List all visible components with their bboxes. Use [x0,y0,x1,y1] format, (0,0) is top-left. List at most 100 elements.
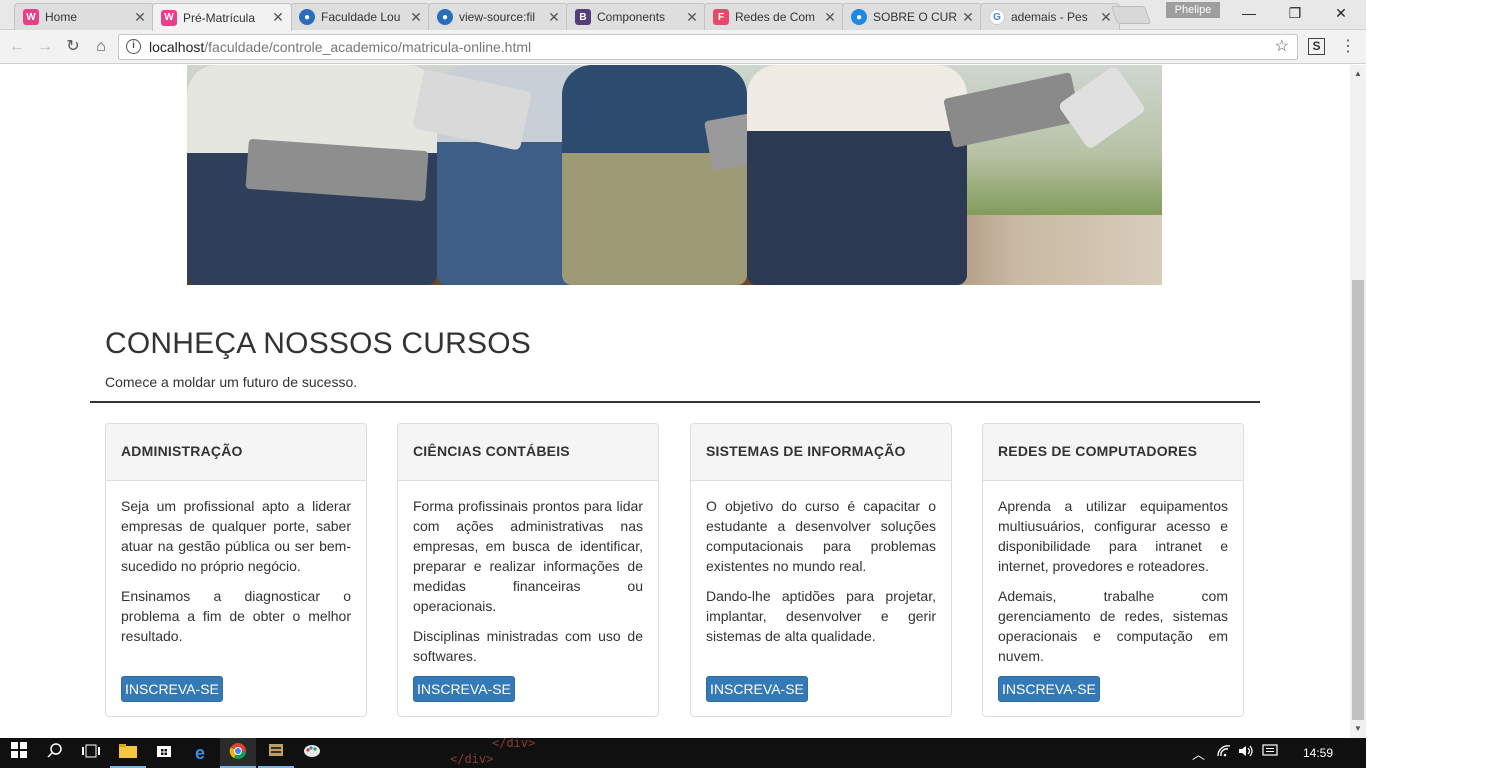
taskbar-clock[interactable]: 14:59 [1300,738,1336,768]
home-icon[interactable]: ⌂ [90,36,112,58]
scrollbar-thumb[interactable] [1352,280,1364,720]
course-card-redes-de-computadores: REDES DE COMPUTADORES Aprenda a utilizar… [982,423,1244,717]
tab-ademais[interactable]: G ademais - Pes ✕ [980,3,1120,30]
chevron-up-icon[interactable]: ︿ [1192,744,1205,763]
notifications-icon[interactable] [1262,744,1278,761]
scroll-up-icon[interactable]: ▲ [1350,67,1366,81]
enroll-button[interactable]: INSCREVA-SE [998,676,1100,702]
course-card-administracao: ADMINISTRAÇÃO Seja um profissional apto … [105,423,367,717]
favicon-icon: F [713,9,729,25]
tab-close-icon[interactable]: ✕ [133,9,147,26]
wifi-icon[interactable] [1216,744,1232,761]
course-title: REDES DE COMPUTADORES [983,424,1243,481]
browser-tab-strip: W Home ✕ W Pré-Matrícula ✕ ● Faculdade L… [0,0,1366,31]
favicon-icon: ● [437,9,453,25]
bootstrap-icon: B [575,9,591,25]
store-icon[interactable] [153,742,175,764]
tab-faculdade[interactable]: ● Faculdade Lou ✕ [290,3,430,30]
new-tab-button[interactable] [1110,6,1152,24]
favicon-icon: W [23,9,39,25]
forward-icon[interactable]: → [34,36,56,58]
scroll-down-icon[interactable]: ▼ [1350,722,1366,736]
course-card-ciencias-contabeis: CIÊNCIAS CONTÁBEIS Forma profissinais pr… [397,423,659,717]
course-paragraph: O objetivo do curso é capacitar o estuda… [706,498,936,574]
back-icon[interactable]: ← [6,36,28,58]
tab-title: Home [45,10,78,24]
tab-close-icon[interactable]: ✕ [823,9,837,26]
address-bar[interactable]: i localhost/faculdade/controle_academico… [118,34,1298,60]
course-description: O objetivo do curso é capacitar o estuda… [691,481,951,646]
minimize-button[interactable]: — [1226,0,1272,28]
course-description: Seja um profissional apto a liderar empr… [106,481,366,646]
course-paragraph: Disciplinas ministradas com uso de softw… [413,628,643,664]
course-title: SISTEMAS DE INFORMAÇÃO [691,424,951,481]
edge-icon[interactable]: e [189,742,211,764]
paint-icon[interactable] [301,742,323,764]
desktop-margin [1366,0,1500,738]
file-explorer-icon[interactable] [117,742,139,764]
reload-icon[interactable]: ↻ [62,36,84,58]
tab-sobre-o-curso[interactable]: ● SOBRE O CUR ✕ [842,3,982,30]
course-paragraph: Aprenda a utilizar equipamentos multiusu… [998,498,1228,574]
tab-view-source[interactable]: ● view-source:fil ✕ [428,3,568,30]
tab-title: Faculdade Lou [321,10,401,24]
section-divider [90,401,1260,403]
course-description: Aprenda a utilizar equipamentos multiusu… [983,481,1243,666]
course-paragraph: Dando-lhe aptidões para projetar, implan… [706,588,936,644]
course-title: ADMINISTRAÇÃO [106,424,366,481]
section-title: CONHEÇA NOSSOS CURSOS [105,327,531,360]
enroll-button[interactable]: INSCREVA-SE [413,676,515,702]
restore-button[interactable]: ❐ [1272,0,1318,28]
enroll-button[interactable]: INSCREVA-SE [121,676,223,702]
volume-icon[interactable] [1238,744,1254,761]
search-icon[interactable] [44,742,66,764]
hero-image [187,65,1162,285]
person-graphic [747,65,967,285]
course-card-sistemas-de-informacao: SISTEMAS DE INFORMAÇÃO O objetivo do cur… [690,423,952,717]
task-view-icon[interactable] [80,742,102,764]
browser-toolbar: ← → ↻ ⌂ i localhost/faculdade/controle_a… [0,30,1366,64]
tab-title: view-source:fil [459,10,536,24]
tab-close-icon[interactable]: ✕ [961,9,975,26]
tab-title: ademais - Pes [1011,10,1088,24]
url-path: /faculdade/controle_academico/matricula-… [204,39,532,55]
tab-components[interactable]: B Components ✕ [566,3,706,30]
tab-close-icon[interactable]: ✕ [271,9,285,26]
chrome-icon[interactable] [227,742,249,764]
tab-title: Redes de Com [735,10,816,24]
tab-pre-matricula[interactable]: W Pré-Matrícula ✕ [152,3,292,31]
section-subtitle: Comece a moldar um futuro de sucesso. [105,374,358,390]
tab-close-icon[interactable]: ✕ [409,9,423,26]
favicon-icon: ● [851,9,867,25]
course-description: Forma profissinais prontos para lidar co… [398,481,658,666]
sublime-icon[interactable] [265,742,287,764]
info-icon[interactable]: i [126,39,141,54]
extension-icon[interactable]: S [1308,38,1325,55]
tab-home[interactable]: W Home ✕ [14,3,154,30]
windows-start-icon[interactable] [8,742,30,764]
tab-redes[interactable]: F Redes de Com ✕ [704,3,844,30]
enroll-button[interactable]: INSCREVA-SE [706,676,808,702]
menu-icon[interactable]: ⋮ [1340,36,1356,58]
ghost-code-text: </div> [492,736,536,750]
google-icon: G [989,9,1005,25]
course-paragraph: Ademais, trabalhe com gerenciamento de r… [998,588,1228,664]
course-paragraph: Forma profissinais prontos para lidar co… [413,498,643,614]
course-title: CIÊNCIAS CONTÁBEIS [398,424,658,481]
course-paragraph: Ensinamos a diagnosticar o problema a fi… [121,588,351,644]
tab-close-icon[interactable]: ✕ [685,9,699,26]
tab-close-icon[interactable]: ✕ [547,9,561,26]
profile-badge[interactable]: Phelipe [1166,2,1220,18]
desktop-margin [1366,738,1500,768]
close-window-button[interactable]: ✕ [1318,0,1364,28]
course-paragraph: Seja um profissional apto a liderar empr… [121,498,351,574]
favicon-icon: ● [299,9,315,25]
page-viewport: CONHEÇA NOSSOS CURSOS Comece a moldar um… [0,65,1350,738]
favicon-icon: W [161,9,177,26]
tab-title: Components [597,10,666,24]
person-graphic [562,65,747,285]
windows-taskbar: e </div> </div> ︿ 14:59 [0,736,1366,768]
page-scrollbar[interactable]: ▲ ▼ [1350,65,1366,738]
tab-close-icon[interactable]: ✕ [1099,9,1113,26]
bookmark-star-icon[interactable]: ☆ [1275,35,1289,59]
